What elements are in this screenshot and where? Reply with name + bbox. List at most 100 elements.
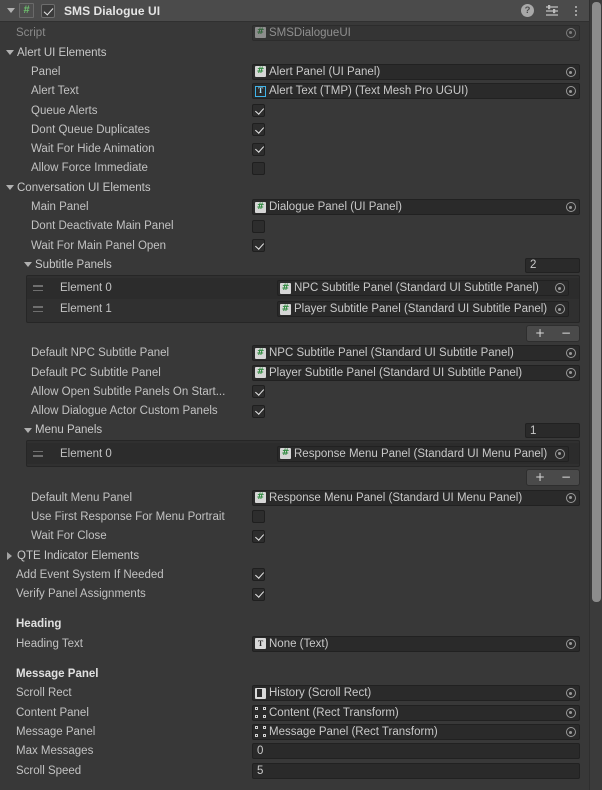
component-foldout-toggle[interactable]: [4, 0, 17, 22]
chevron-down-icon: [5, 185, 14, 191]
default-pc-object-picker[interactable]: [563, 366, 578, 380]
main-panel-label: Main Panel: [31, 201, 89, 214]
wait-for-hide-animation-checkbox[interactable]: [252, 142, 265, 156]
gameobject-icon: #: [255, 347, 266, 359]
preset-icon[interactable]: [545, 4, 559, 17]
add-element-button[interactable]: +: [527, 326, 553, 341]
section-qte-indicator-elements[interactable]: QTE Indicator Elements: [0, 546, 590, 565]
main-panel-object-picker[interactable]: [563, 200, 578, 214]
component-header[interactable]: # SMS Dialogue UI ?: [0, 0, 590, 22]
inspector-scrollbar[interactable]: [589, 0, 602, 790]
subtitle-element-1-icon: #: [280, 303, 291, 315]
script-object-field: # SMSDialogueUI: [252, 24, 580, 41]
menu-panels-header[interactable]: Menu Panels 1: [0, 421, 590, 440]
scroll-rect-object-picker[interactable]: [563, 686, 578, 700]
tmp-icon: T: [255, 85, 266, 97]
chevron-right-icon: [7, 551, 12, 560]
object-picker-icon: [565, 202, 576, 213]
subtitle-element-1-value: Player Subtitle Panel (Standard UI Subti…: [294, 303, 548, 316]
list-item[interactable]: Element 0 # Response Menu Panel (Standar…: [27, 443, 579, 465]
remove-element-button[interactable]: −: [553, 470, 579, 485]
section-conversation-ui-elements[interactable]: Conversation UI Elements: [0, 178, 590, 197]
dont-deactivate-main-panel-checkbox[interactable]: [252, 219, 265, 233]
section-alert-ui-elements[interactable]: Alert UI Elements: [0, 43, 590, 62]
message-panel-object-picker[interactable]: [563, 725, 578, 739]
menu-element-0-object-field[interactable]: # Response Menu Panel (Standard UI Menu …: [277, 445, 569, 462]
remove-element-button[interactable]: −: [553, 326, 579, 341]
use-first-response-checkbox[interactable]: [252, 510, 265, 524]
script-label: Script: [16, 26, 46, 39]
default-menu-panel-object-field[interactable]: # Response Menu Panel (Standard UI Menu …: [252, 489, 580, 506]
alert-text-object-field[interactable]: T Alert Text (TMP) (Text Mesh Pro UGUI): [252, 83, 580, 100]
menu-element-0-object-picker[interactable]: [552, 447, 567, 461]
allow-force-immediate-checkbox[interactable]: [252, 161, 265, 175]
chevron-down-icon: [23, 427, 32, 433]
max-messages-input[interactable]: 0: [252, 743, 580, 760]
drag-handle-icon[interactable]: [31, 282, 45, 294]
alert-text-object-picker[interactable]: [563, 84, 578, 98]
subtitle-panels-list: Element 0 # NPC Subtitle Panel (Standard…: [26, 274, 580, 323]
list-item[interactable]: Element 0 # NPC Subtitle Panel (Standard…: [27, 277, 579, 299]
object-picker-icon: [565, 707, 576, 718]
drag-handle-icon[interactable]: [31, 448, 45, 460]
allow-dialogue-actor-custom-panels-checkbox[interactable]: [252, 404, 265, 418]
content-panel-object-picker[interactable]: [563, 706, 578, 720]
default-npc-subtitle-panel-object-field[interactable]: # NPC Subtitle Panel (Standard UI Subtit…: [252, 345, 580, 362]
scroll-speed-input[interactable]: 5: [252, 762, 580, 779]
verify-panel-assignments-checkbox[interactable]: [252, 587, 265, 601]
content-panel-field-icon: [255, 707, 266, 719]
script-asset-icon: #: [255, 27, 266, 38]
default-npc-subtitle-panel-value: NPC Subtitle Panel (Standard UI Subtitle…: [269, 347, 514, 360]
add-element-button[interactable]: +: [527, 470, 553, 485]
drag-line: [33, 455, 43, 457]
kebab-menu-icon[interactable]: [570, 4, 582, 17]
allow-open-subtitle-panels-checkbox[interactable]: [252, 385, 265, 399]
menu-panels-foldout-toggle[interactable]: [21, 421, 34, 440]
main-panel-object-field[interactable]: # Dialogue Panel (UI Panel): [252, 199, 580, 216]
subtitle-element-0-object-field[interactable]: # NPC Subtitle Panel (Standard UI Subtit…: [277, 280, 569, 297]
subtitle-panels-foldout-toggle[interactable]: [21, 255, 34, 274]
scrollbar-thumb[interactable]: [592, 2, 601, 602]
header-icon-group: ?: [521, 4, 584, 17]
queue-alerts-label: Queue Alerts: [31, 104, 98, 117]
field-row-dont-deactivate-main-panel: Dont Deactivate Main Panel: [0, 217, 590, 236]
subtitle-element-1-object-field[interactable]: # Player Subtitle Panel (Standard UI Sub…: [277, 301, 569, 318]
subtitle-panels-add-remove[interactable]: + −: [526, 324, 580, 342]
scroll-rect-object-field[interactable]: History (Scroll Rect): [252, 685, 580, 702]
subtitle-element-1-object-picker[interactable]: [552, 302, 567, 316]
component-enabled-checkbox[interactable]: [41, 3, 55, 18]
default-pc-subtitle-panel-object-field[interactable]: # Player Subtitle Panel (Standard UI Sub…: [252, 364, 580, 381]
content-panel-object-field[interactable]: Content (Rect Transform): [252, 704, 580, 721]
object-picker-icon: [554, 283, 565, 294]
queue-alerts-checkbox[interactable]: [252, 104, 265, 118]
panel-object-picker[interactable]: [563, 65, 578, 79]
heading-text-object-field[interactable]: T None (Text): [252, 635, 580, 652]
drag-handle-icon[interactable]: [31, 303, 45, 315]
subtitle-panels-header[interactable]: Subtitle Panels 2: [0, 255, 590, 274]
dont-queue-duplicates-checkbox[interactable]: [252, 123, 265, 137]
subtitle-panels-size-field[interactable]: 2: [525, 257, 580, 273]
scrollrect-icon: [255, 687, 266, 699]
subtitle-element-0-object-picker[interactable]: [552, 281, 567, 295]
list-item[interactable]: Element 1 # Player Subtitle Panel (Stand…: [27, 299, 579, 320]
field-row-wait-for-close: Wait For Close: [0, 527, 590, 546]
alert-foldout-toggle[interactable]: [3, 43, 16, 62]
help-icon[interactable]: ?: [521, 4, 534, 17]
message-panel-object-field[interactable]: Message Panel (Rect Transform): [252, 723, 580, 740]
qte-foldout-toggle[interactable]: [3, 546, 16, 565]
heading-text-object-picker[interactable]: [563, 637, 578, 651]
conversation-foldout-toggle[interactable]: [3, 178, 16, 197]
field-row-allow-dialogue-actor-custom-panels: Allow Dialogue Actor Custom Panels: [0, 401, 590, 420]
default-npc-subtitle-panel-label: Default NPC Subtitle Panel: [31, 347, 170, 360]
wait-for-close-label: Wait For Close: [31, 530, 107, 543]
default-menu-object-picker[interactable]: [563, 491, 578, 505]
panel-object-field[interactable]: # Alert Panel (UI Panel): [252, 63, 580, 80]
menu-panels-add-remove[interactable]: + −: [526, 469, 580, 487]
wait-for-main-panel-open-checkbox[interactable]: [252, 239, 265, 253]
drag-line: [33, 310, 43, 313]
menu-panels-size-field[interactable]: 1: [525, 423, 580, 439]
wait-for-close-checkbox[interactable]: [252, 529, 265, 543]
default-npc-object-picker[interactable]: [563, 346, 578, 360]
add-event-system-checkbox[interactable]: [252, 568, 265, 582]
field-row-use-first-response-for-menu-portrait: Use First Response For Menu Portrait: [0, 507, 590, 526]
